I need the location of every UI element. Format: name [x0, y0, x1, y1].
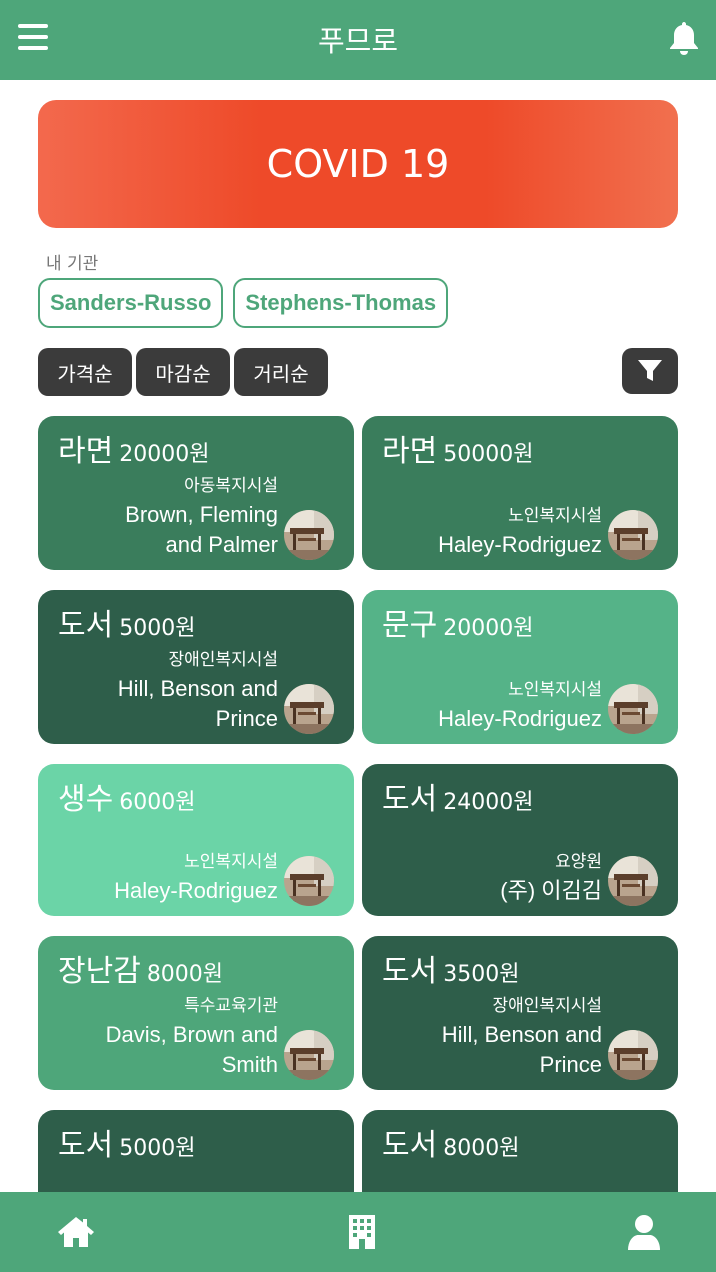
my-orgs-chips: Sanders-Russo Stephens-Thomas [38, 278, 449, 328]
app-title: 푸므로 [317, 24, 399, 58]
card-item-name: 도서 [382, 782, 438, 817]
card-item-name: 도서 [58, 608, 114, 643]
card-price: 24000원 [443, 790, 534, 815]
org-avatar [284, 1030, 334, 1080]
filter-button[interactable] [622, 348, 678, 394]
card-org-type: 노인복지시설 [184, 852, 278, 872]
request-card[interactable]: 생수 6000원노인복지시설 Haley-Rodriguez [38, 764, 354, 916]
sort-by-price-button[interactable]: 가격순 [38, 348, 132, 396]
org-chip[interactable]: Sanders-Russo [38, 278, 224, 328]
card-org-name: Davis, Brown and [105, 1022, 278, 1047]
bottom-nav [0, 1192, 716, 1272]
top-app-bar: 푸므로 [0, 0, 716, 80]
card-org-name: Prince [539, 1052, 602, 1077]
card-item-name: 도서 [382, 954, 438, 989]
card-org-type: 아동복지시설 [184, 476, 278, 496]
card-org-info: 특수교육기관 Davis, Brown and Smith [106, 991, 278, 1080]
card-org-info: 노인복지시설 Haley-Rodriguez [438, 501, 602, 560]
card-price: 6000원 [119, 790, 196, 815]
card-org-type: 특수교육기관 [184, 996, 278, 1016]
org-avatar [284, 856, 334, 906]
card-org-name: Hill, Benson and [117, 676, 278, 701]
card-header: 장난감 8000원 [58, 946, 223, 990]
org-avatar [608, 684, 658, 734]
card-price: 20000원 [443, 616, 534, 641]
card-header: 도서 5000원 [58, 1120, 195, 1164]
user-icon[interactable] [624, 1212, 664, 1252]
card-org-name: Smith [221, 1052, 278, 1077]
card-header: 도서 8000원 [382, 1120, 519, 1164]
card-org-name: Hill, Benson and [441, 1022, 602, 1047]
sort-by-distance-button[interactable]: 거리순 [234, 348, 328, 396]
card-org-type: 노인복지시설 [508, 680, 602, 700]
org-avatar [608, 510, 658, 560]
request-card[interactable]: 도서 3500원장애인복지시설 Hill, Benson and Prince [362, 936, 678, 1090]
card-org-name: Haley-Rodriguez [438, 706, 602, 731]
filter-icon [638, 360, 662, 381]
request-card[interactable]: 라면 50000원노인복지시설 Haley-Rodriguez [362, 416, 678, 570]
card-price: 50000원 [443, 442, 534, 467]
card-price: 20000원 [119, 442, 210, 467]
request-card[interactable]: 문구 20000원노인복지시설 Haley-Rodriguez [362, 590, 678, 744]
card-org-type: 노인복지시설 [508, 506, 602, 526]
org-avatar [284, 510, 334, 560]
card-header: 도서 3500원 [382, 946, 519, 990]
card-item-name: 문구 [382, 608, 438, 643]
card-item-name: 라면 [58, 434, 114, 469]
card-price: 5000원 [119, 616, 196, 641]
card-org-type: 장애인복지시설 [492, 996, 602, 1016]
card-item-name: 장난감 [58, 954, 141, 989]
card-price: 8000원 [443, 1136, 520, 1161]
card-header: 도서 24000원 [382, 774, 533, 818]
card-header: 문구 20000원 [382, 600, 533, 644]
card-org-name: Haley-Rodriguez [438, 532, 602, 557]
card-header: 생수 6000원 [58, 774, 195, 818]
card-header: 도서 5000원 [58, 600, 195, 644]
sort-options: 가격순 마감순 거리순 [38, 348, 328, 396]
covid-banner[interactable]: COVID 19 [38, 100, 678, 228]
card-header: 라면 50000원 [382, 426, 533, 470]
request-card[interactable]: 도서 24000원요양원 (주) 이김김 [362, 764, 678, 916]
card-org-name: and Palmer [165, 532, 278, 557]
card-org-info: 노인복지시설 Haley-Rodriguez [438, 675, 602, 734]
bell-icon[interactable] [668, 20, 700, 56]
card-price: 3500원 [443, 962, 520, 987]
org-avatar [608, 856, 658, 906]
card-org-name: (주) 이김김 [500, 878, 602, 903]
card-item-name: 도서 [58, 1128, 114, 1163]
card-org-info: 요양원 (주) 이김김 [500, 847, 602, 906]
my-orgs-label: 내 기관 [46, 254, 99, 274]
card-item-name: 라면 [382, 434, 438, 469]
request-card[interactable]: 장난감 8000원특수교육기관 Davis, Brown and Smith [38, 936, 354, 1090]
card-org-type: 요양원 [555, 852, 602, 872]
card-org-name: Haley-Rodriguez [114, 878, 278, 903]
org-chip[interactable]: Stephens-Thomas [233, 278, 449, 328]
card-price: 5000원 [119, 1136, 196, 1161]
home-icon[interactable] [56, 1212, 96, 1252]
sort-by-deadline-button[interactable]: 마감순 [136, 348, 230, 396]
card-org-name: Prince [215, 706, 278, 731]
card-org-type: 장애인복지시설 [168, 650, 278, 670]
request-card[interactable]: 라면 20000원아동복지시설 Brown, Fleming and Palmer [38, 416, 354, 570]
card-price: 8000원 [146, 962, 224, 987]
card-org-name: Brown, Fleming [125, 502, 278, 527]
card-header: 라면 20000원 [58, 426, 209, 470]
org-avatar [284, 684, 334, 734]
card-org-info: 노인복지시설 Haley-Rodriguez [114, 847, 278, 906]
request-card[interactable]: 도서 5000원장애인복지시설 Hill, Benson and Prince [38, 590, 354, 744]
card-item-name: 생수 [58, 782, 114, 817]
card-item-name: 도서 [382, 1128, 438, 1163]
card-org-info: 장애인복지시설 Hill, Benson and Prince [442, 991, 602, 1080]
card-org-info: 아동복지시설 Brown, Fleming and Palmer [125, 471, 278, 560]
card-org-info: 장애인복지시설 Hill, Benson and Prince [118, 645, 278, 734]
banner-text: COVID 19 [266, 142, 450, 186]
org-avatar [608, 1030, 658, 1080]
building-icon[interactable] [342, 1212, 382, 1252]
